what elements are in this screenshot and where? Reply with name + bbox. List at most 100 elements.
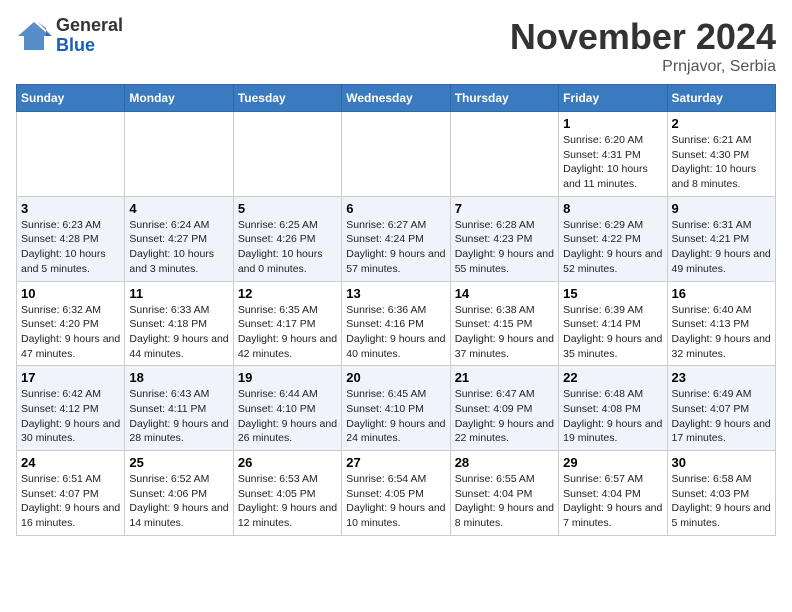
calendar-cell: 5Sunrise: 6:25 AM Sunset: 4:26 PM Daylig…	[233, 196, 341, 281]
calendar-cell: 24 Sunrise: 6:51 AM Sunset: 4:07 PM Dayli…	[17, 451, 125, 536]
day-info: Sunrise: 6:32 AM Sunset: 4:20 PM Dayligh…	[21, 303, 120, 362]
calendar-cell: 8Sunrise: 6:29 AM Sunset: 4:22 PM Daylig…	[559, 196, 667, 281]
day-info: Sunrise: 6:43 AM Sunset: 4:11 PM Dayligh…	[129, 387, 228, 446]
day-number: 10	[21, 286, 120, 301]
calendar-cell: 27 Sunrise: 6:54 AM Sunset: 4:05 PM Dayli…	[342, 451, 450, 536]
calendar-cell: 16 Sunrise: 6:40 AM Sunset: 4:13 PM Dayli…	[667, 281, 775, 366]
day-info: Sunrise: 6:54 AM Sunset: 4:05 PM Dayligh…	[346, 472, 445, 531]
day-number: 13	[346, 286, 445, 301]
calendar-header: Sunday Monday Tuesday Wednesday Thursday…	[17, 85, 776, 112]
day-number: 8	[563, 201, 662, 216]
day-info: Sunrise: 6:44 AM Sunset: 4:10 PM Dayligh…	[238, 387, 337, 446]
calendar-week-1: 1Sunrise: 6:20 AM Sunset: 4:31 PM Daylig…	[17, 112, 776, 197]
day-number: 9	[672, 201, 771, 216]
day-number: 21	[455, 370, 554, 385]
day-info: Sunrise: 6:24 AM Sunset: 4:27 PM Dayligh…	[129, 218, 228, 277]
day-info: Sunrise: 6:23 AM Sunset: 4:28 PM Dayligh…	[21, 218, 120, 277]
day-info: Sunrise: 6:51 AM Sunset: 4:07 PM Dayligh…	[21, 472, 120, 531]
col-thursday: Thursday	[450, 85, 558, 112]
day-info: Sunrise: 6:33 AM Sunset: 4:18 PM Dayligh…	[129, 303, 228, 362]
day-number: 25	[129, 455, 228, 470]
day-number: 11	[129, 286, 228, 301]
calendar-cell: 13Sunrise: 6:36 AM Sunset: 4:16 PM Dayli…	[342, 281, 450, 366]
calendar-cell: 4 Sunrise: 6:24 AM Sunset: 4:27 PM Daylig…	[125, 196, 233, 281]
calendar-cell: 20 Sunrise: 6:45 AM Sunset: 4:10 PM Dayli…	[342, 366, 450, 451]
day-number: 29	[563, 455, 662, 470]
calendar-cell: 9 Sunrise: 6:31 AM Sunset: 4:21 PM Daylig…	[667, 196, 775, 281]
calendar-cell: 6 Sunrise: 6:27 AM Sunset: 4:24 PM Daylig…	[342, 196, 450, 281]
day-number: 14	[455, 286, 554, 301]
header-row: Sunday Monday Tuesday Wednesday Thursday…	[17, 85, 776, 112]
day-info: Sunrise: 6:45 AM Sunset: 4:10 PM Dayligh…	[346, 387, 445, 446]
day-number: 2	[672, 116, 771, 131]
calendar-week-5: 24 Sunrise: 6:51 AM Sunset: 4:07 PM Dayli…	[17, 451, 776, 536]
day-number: 15	[563, 286, 662, 301]
calendar-cell: 22Sunrise: 6:48 AM Sunset: 4:08 PM Dayli…	[559, 366, 667, 451]
day-info: Sunrise: 6:38 AM Sunset: 4:15 PM Dayligh…	[455, 303, 554, 362]
day-number: 28	[455, 455, 554, 470]
calendar-cell: 18 Sunrise: 6:43 AM Sunset: 4:11 PM Dayli…	[125, 366, 233, 451]
day-info: Sunrise: 6:42 AM Sunset: 4:12 PM Dayligh…	[21, 387, 120, 446]
day-info: Sunrise: 6:25 AM Sunset: 4:26 PM Dayligh…	[238, 218, 337, 277]
calendar-cell	[233, 112, 341, 197]
day-info: Sunrise: 6:55 AM Sunset: 4:04 PM Dayligh…	[455, 472, 554, 531]
calendar-cell: 7 Sunrise: 6:28 AM Sunset: 4:23 PM Daylig…	[450, 196, 558, 281]
logo-icon	[16, 18, 52, 54]
day-number: 27	[346, 455, 445, 470]
calendar-cell	[125, 112, 233, 197]
day-info: Sunrise: 6:40 AM Sunset: 4:13 PM Dayligh…	[672, 303, 771, 362]
col-sunday: Sunday	[17, 85, 125, 112]
day-number: 7	[455, 201, 554, 216]
calendar-cell: 23 Sunrise: 6:49 AM Sunset: 4:07 PM Dayli…	[667, 366, 775, 451]
day-number: 23	[672, 370, 771, 385]
calendar-cell: 15Sunrise: 6:39 AM Sunset: 4:14 PM Dayli…	[559, 281, 667, 366]
calendar-cell: 30Sunrise: 6:58 AM Sunset: 4:03 PM Dayli…	[667, 451, 775, 536]
day-info: Sunrise: 6:58 AM Sunset: 4:03 PM Dayligh…	[672, 472, 771, 531]
day-number: 17	[21, 370, 120, 385]
day-info: Sunrise: 6:21 AM Sunset: 4:30 PM Dayligh…	[672, 133, 771, 192]
calendar-body: 1Sunrise: 6:20 AM Sunset: 4:31 PM Daylig…	[17, 112, 776, 536]
col-wednesday: Wednesday	[342, 85, 450, 112]
calendar-cell: 26 Sunrise: 6:53 AM Sunset: 4:05 PM Dayli…	[233, 451, 341, 536]
calendar-cell	[17, 112, 125, 197]
col-tuesday: Tuesday	[233, 85, 341, 112]
day-info: Sunrise: 6:35 AM Sunset: 4:17 PM Dayligh…	[238, 303, 337, 362]
day-number: 26	[238, 455, 337, 470]
calendar-cell: 14 Sunrise: 6:38 AM Sunset: 4:15 PM Dayli…	[450, 281, 558, 366]
calendar-cell: 11 Sunrise: 6:33 AM Sunset: 4:18 PM Dayli…	[125, 281, 233, 366]
day-info: Sunrise: 6:52 AM Sunset: 4:06 PM Dayligh…	[129, 472, 228, 531]
calendar-cell: 17 Sunrise: 6:42 AM Sunset: 4:12 PM Dayli…	[17, 366, 125, 451]
day-info: Sunrise: 6:57 AM Sunset: 4:04 PM Dayligh…	[563, 472, 662, 531]
day-number: 24	[21, 455, 120, 470]
calendar-cell: 1Sunrise: 6:20 AM Sunset: 4:31 PM Daylig…	[559, 112, 667, 197]
col-monday: Monday	[125, 85, 233, 112]
day-info: Sunrise: 6:27 AM Sunset: 4:24 PM Dayligh…	[346, 218, 445, 277]
day-number: 20	[346, 370, 445, 385]
day-info: Sunrise: 6:31 AM Sunset: 4:21 PM Dayligh…	[672, 218, 771, 277]
title-area: November 2024 Prnjavor, Serbia	[510, 16, 776, 76]
calendar-cell: 10 Sunrise: 6:32 AM Sunset: 4:20 PM Dayli…	[17, 281, 125, 366]
calendar-table: Sunday Monday Tuesday Wednesday Thursday…	[16, 84, 776, 536]
day-info: Sunrise: 6:28 AM Sunset: 4:23 PM Dayligh…	[455, 218, 554, 277]
day-info: Sunrise: 6:49 AM Sunset: 4:07 PM Dayligh…	[672, 387, 771, 446]
calendar-cell: 12 Sunrise: 6:35 AM Sunset: 4:17 PM Dayli…	[233, 281, 341, 366]
day-info: Sunrise: 6:53 AM Sunset: 4:05 PM Dayligh…	[238, 472, 337, 531]
day-number: 4	[129, 201, 228, 216]
calendar-cell: 2 Sunrise: 6:21 AM Sunset: 4:30 PM Daylig…	[667, 112, 775, 197]
day-number: 19	[238, 370, 337, 385]
col-saturday: Saturday	[667, 85, 775, 112]
day-number: 18	[129, 370, 228, 385]
calendar-cell: 25 Sunrise: 6:52 AM Sunset: 4:06 PM Dayli…	[125, 451, 233, 536]
day-number: 6	[346, 201, 445, 216]
logo-blue-text: Blue	[56, 36, 123, 56]
day-number: 16	[672, 286, 771, 301]
calendar-week-3: 10 Sunrise: 6:32 AM Sunset: 4:20 PM Dayli…	[17, 281, 776, 366]
header: General Blue November 2024 Prnjavor, Ser…	[16, 16, 776, 76]
calendar-cell: 3Sunrise: 6:23 AM Sunset: 4:28 PM Daylig…	[17, 196, 125, 281]
logo: General Blue	[16, 16, 123, 56]
col-friday: Friday	[559, 85, 667, 112]
calendar-cell: 19 Sunrise: 6:44 AM Sunset: 4:10 PM Dayli…	[233, 366, 341, 451]
day-number: 12	[238, 286, 337, 301]
logo-general-text: General	[56, 16, 123, 36]
logo-text: General Blue	[56, 16, 123, 56]
